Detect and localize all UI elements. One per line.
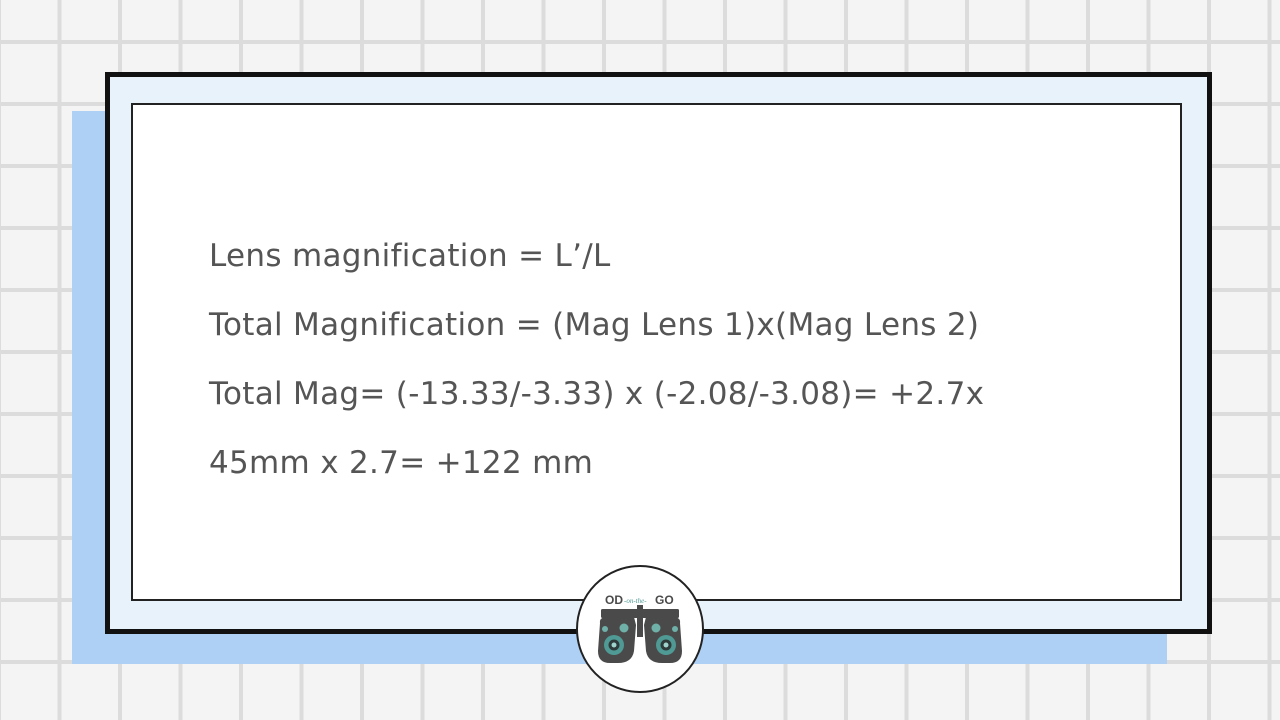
- logo-text-go: GO: [655, 593, 674, 607]
- logo-text-on-the: -on-the-: [624, 597, 647, 605]
- total-magnification-formula: Total Magnification = (Mag Lens 1)x(Mag …: [209, 307, 980, 343]
- slide-card: Lens magnification = L’/L Total Magnific…: [131, 103, 1182, 601]
- od-on-the-go-logo: OD -on-the- GO: [576, 565, 704, 693]
- image-size-calculation: 45mm x 2.7= +122 mm: [209, 445, 594, 481]
- total-mag-calculation: Total Mag= (-13.33/-3.33) x (-2.08/-3.08…: [209, 376, 985, 412]
- logo-text-od: OD: [605, 593, 623, 607]
- lens-magnification-formula: Lens magnification = L’/L: [209, 238, 611, 274]
- phoropter-icon: OD -on-the- GO: [598, 593, 682, 663]
